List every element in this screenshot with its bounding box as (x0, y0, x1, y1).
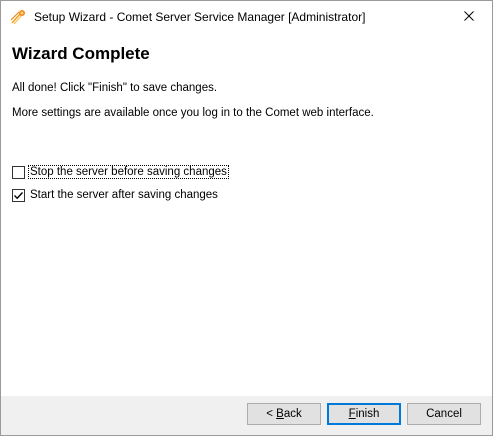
stop-server-option[interactable]: Stop the server before saving changes (12, 164, 229, 180)
cancel-button[interactable]: Cancel (407, 403, 481, 425)
info-message: More settings are available once you log… (12, 107, 374, 119)
stop-server-checkbox[interactable] (12, 165, 25, 179)
checkmark-icon (14, 191, 24, 199)
back-button-rest: ack (283, 408, 302, 420)
back-button-mnemonic: B (276, 408, 284, 420)
start-server-checkbox[interactable] (12, 188, 25, 202)
window-title: Setup Wizard - Comet Server Service Mana… (34, 10, 366, 24)
stop-server-label[interactable]: Stop the server before saving changes (28, 165, 229, 179)
back-button-prefix: < (266, 408, 277, 420)
title-bar[interactable]: Setup Wizard - Comet Server Service Mana… (1, 1, 492, 32)
comet-icon (9, 8, 27, 26)
finish-button-mnemonic: F (348, 408, 356, 420)
close-icon (464, 10, 474, 24)
button-bar: < Back Finish Cancel (1, 396, 492, 435)
setup-wizard-window: Setup Wizard - Comet Server Service Mana… (0, 0, 493, 436)
wizard-content: Wizard Complete All done! Click "Finish"… (1, 32, 492, 396)
finish-button[interactable]: Finish (327, 403, 401, 425)
start-server-label[interactable]: Start the server after saving changes (29, 189, 219, 201)
finish-button-rest: inish (355, 408, 380, 420)
start-server-option[interactable]: Start the server after saving changes (12, 187, 219, 203)
completion-message: All done! Click "Finish" to save changes… (12, 82, 218, 94)
back-button[interactable]: < Back (247, 403, 321, 425)
page-title: Wizard Complete (12, 44, 150, 63)
close-button[interactable] (446, 1, 492, 32)
